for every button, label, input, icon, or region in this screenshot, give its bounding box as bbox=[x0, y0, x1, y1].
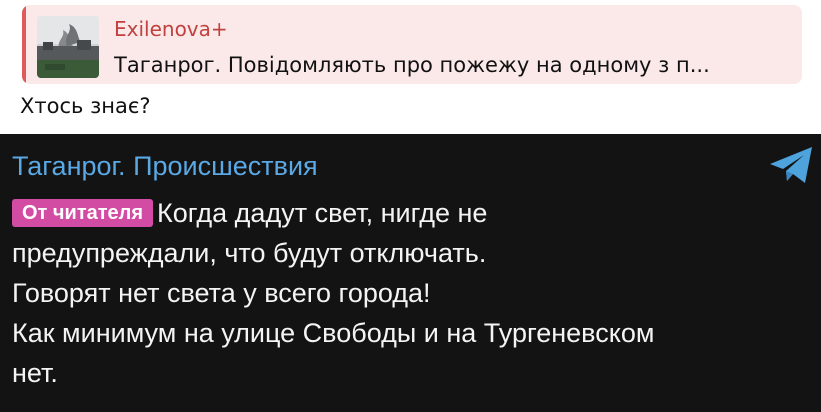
reply-text: Таганрог. Повідомляють про пожежу на одн… bbox=[114, 53, 710, 77]
reply-quote[interactable]: Exilenova+ Таганрог. Повідомляють про по… bbox=[22, 5, 802, 84]
post-line: От читателя Когда дадут свет, нигде не bbox=[12, 193, 812, 233]
post-line: Как минимум на улице Свободы и на Турген… bbox=[12, 318, 655, 348]
reader-badge: От читателя bbox=[12, 199, 154, 227]
reply-accent-bar bbox=[22, 5, 26, 84]
forwarded-post: Таганрог. Происшествия От читателя Когда … bbox=[0, 134, 821, 412]
post-line: нет. bbox=[12, 358, 58, 388]
channel-name[interactable]: Таганрог. Происшествия bbox=[12, 151, 318, 182]
post-body: От читателя Когда дадут свет, нигде не пр… bbox=[12, 193, 812, 393]
reply-author: Exilenova+ bbox=[114, 17, 228, 41]
post-line-text: Когда дадут свет, нигде не bbox=[157, 198, 488, 228]
reply-thumbnail bbox=[37, 16, 99, 78]
post-line: Говорят нет света у всего города! bbox=[12, 278, 431, 308]
post-line: предупреждали, что будут отключать. bbox=[12, 238, 487, 268]
message-text: Хтось знає? bbox=[20, 94, 151, 118]
telegram-icon bbox=[768, 144, 816, 188]
